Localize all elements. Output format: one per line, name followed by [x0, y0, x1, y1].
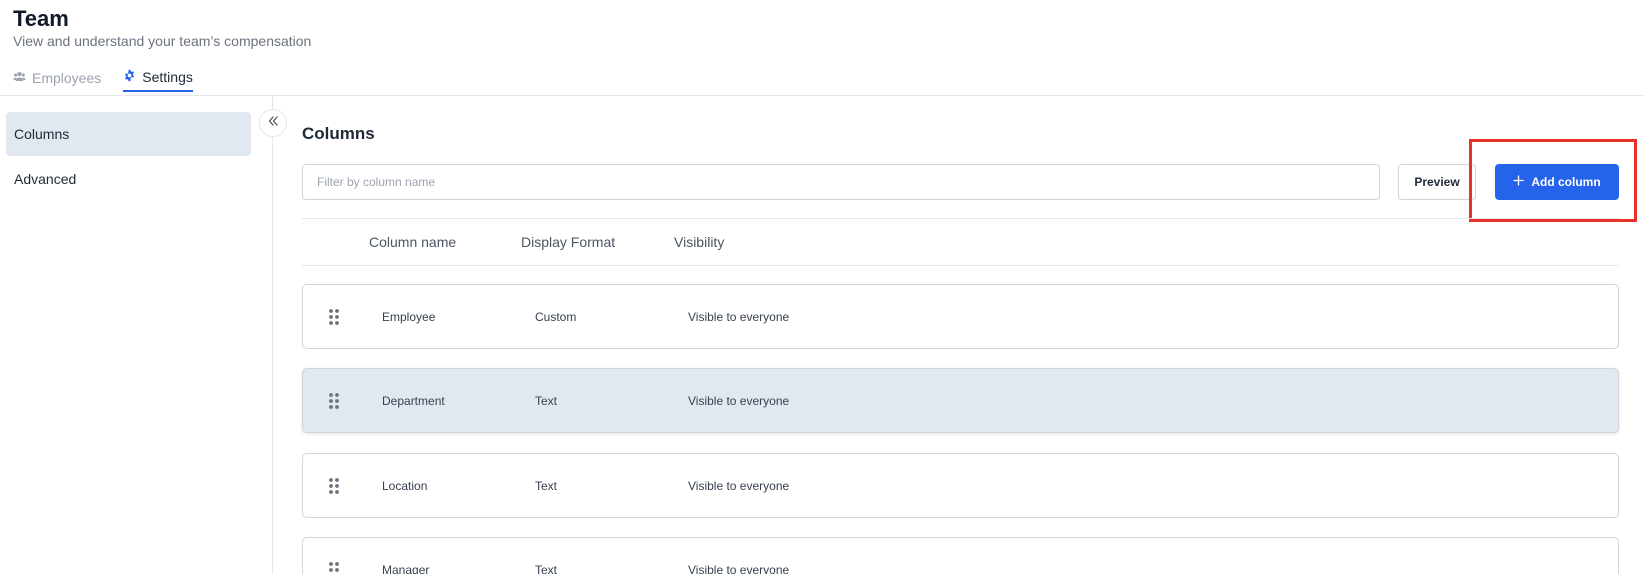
display-format-cell: Text	[535, 563, 558, 574]
column-header-visibility: Visibility	[674, 234, 725, 250]
tab-label: Settings	[142, 69, 193, 85]
sidebar-item-columns[interactable]: Columns	[6, 112, 251, 156]
tab-label: Employees	[32, 70, 102, 86]
display-format-cell: Custom	[535, 310, 577, 324]
tab-employees[interactable]: Employees	[13, 64, 101, 92]
tab-settings[interactable]: Settings	[123, 64, 193, 92]
collapse-sidebar-button[interactable]	[259, 109, 287, 137]
preview-button[interactable]: Preview	[1398, 164, 1476, 200]
drag-handle-icon[interactable]	[329, 308, 339, 326]
visibility-cell: Visible to everyone	[688, 394, 790, 408]
drag-handle-icon[interactable]	[329, 477, 339, 495]
table-row[interactable]: Manager Text Visible to everyone	[302, 537, 1619, 574]
column-name-cell: Employee	[382, 310, 436, 324]
gear-icon	[123, 69, 136, 85]
chevrons-left-icon	[267, 114, 279, 132]
display-format-cell: Text	[535, 479, 558, 493]
visibility-cell: Visible to everyone	[688, 563, 790, 574]
add-column-button[interactable]: Add column	[1495, 164, 1619, 200]
visibility-cell: Visible to everyone	[688, 479, 790, 493]
tab-bar: Employees Settings	[13, 64, 193, 92]
page-title: Team	[13, 6, 69, 31]
visibility-cell: Visible to everyone	[688, 310, 790, 324]
drag-handle-icon[interactable]	[329, 392, 339, 410]
table-header: Column name Display Format Visibility	[302, 218, 1619, 266]
table-row[interactable]: Location Text Visible to everyone	[302, 453, 1619, 518]
section-title: Columns	[302, 124, 375, 143]
users-icon	[13, 70, 26, 86]
column-name-cell: Department	[382, 394, 445, 408]
column-name-cell: Manager	[382, 563, 430, 574]
table-row[interactable]: Department Text Visible to everyone	[302, 368, 1619, 433]
column-header-format: Display Format	[521, 234, 616, 250]
add-column-label: Add column	[1531, 175, 1601, 189]
sidebar-item-advanced[interactable]: Advanced	[6, 157, 251, 201]
drag-handle-icon[interactable]	[329, 561, 339, 574]
page-subtitle: View and understand your team’s compensa…	[13, 33, 312, 49]
page-header: Team View and understand your team’s com…	[0, 0, 1644, 96]
table-row[interactable]: Employee Custom Visible to everyone	[302, 284, 1619, 349]
filter-input[interactable]	[302, 164, 1380, 200]
settings-sidebar: Columns Advanced	[0, 96, 273, 574]
column-header-name: Column name	[369, 234, 457, 250]
display-format-cell: Text	[535, 394, 558, 408]
plus-icon	[1513, 175, 1524, 189]
column-name-cell: Location	[382, 479, 428, 493]
